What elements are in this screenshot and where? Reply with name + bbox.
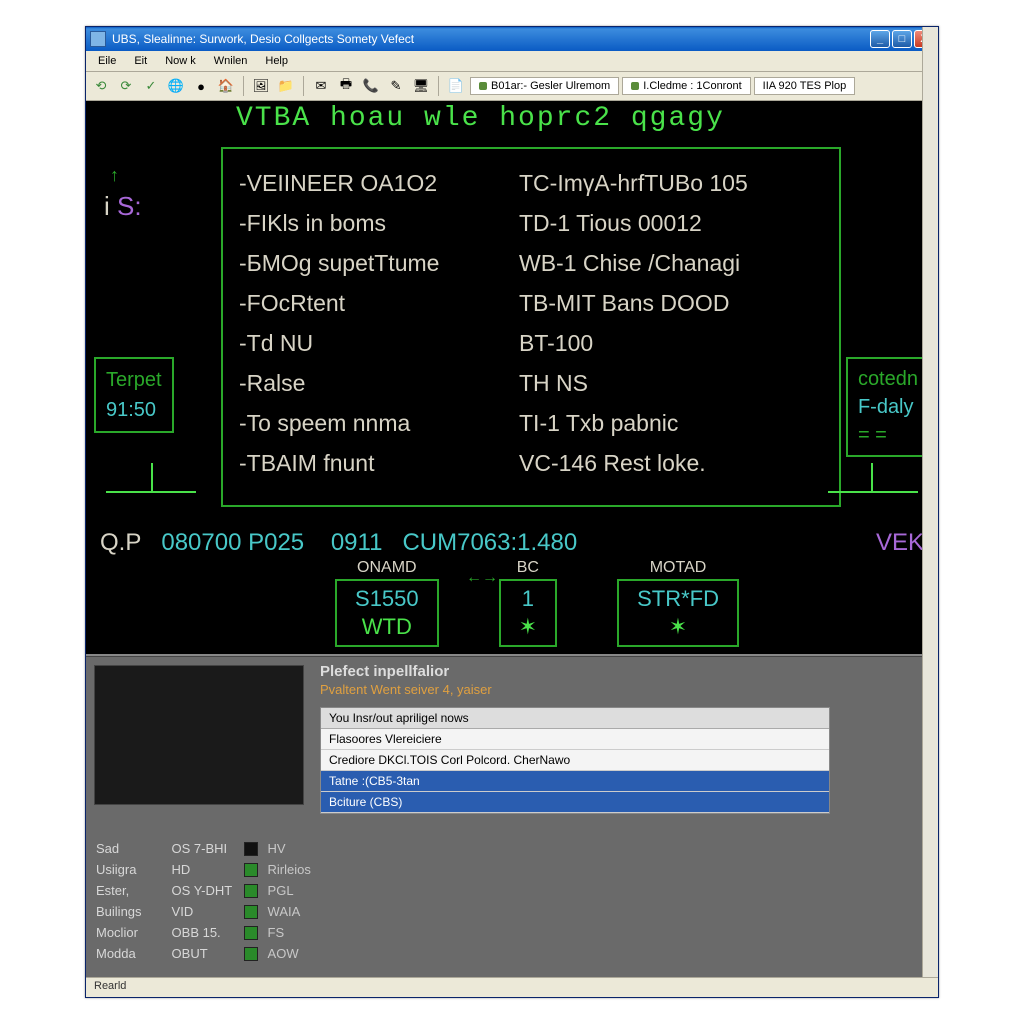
menu-wnilen[interactable]: Wnilen <box>206 53 256 69</box>
menu-row: -To speem nnmaTI-1 Txb pabnic <box>239 403 823 443</box>
status-row: OBUTAOW <box>172 946 311 961</box>
terminal-prompt: i S: <box>104 191 142 222</box>
minimize-button[interactable]: _ <box>870 30 890 48</box>
terminal-right-box: cotedn F-daly = = <box>846 357 930 457</box>
status-row: OBB 15.FS <box>172 925 311 940</box>
scrollbar[interactable] <box>922 27 938 977</box>
connector-line <box>828 491 918 521</box>
terminal-menu-box: -VEIINEER OA1O2TC-ImγA-hrfTUBo 105 -FIKl… <box>221 147 841 507</box>
titlebar[interactable]: UBS, Slealinne: Surwork, Desio Collgects… <box>86 27 938 51</box>
app-window: UBS, Slealinne: Surwork, Desio Collgects… <box>85 26 939 998</box>
menu-row: -БMOg supetTtumeWB-1 Chise /Chanagi <box>239 243 823 283</box>
menu-row: -FOcRtentTB-MIT Bans DOOD <box>239 283 823 323</box>
menu-help[interactable]: Help <box>257 53 296 69</box>
card-label: MOTAD <box>650 559 707 577</box>
label: Usiigra <box>96 862 142 877</box>
menu-row: -VEIINEER OA1O2TC-ImγA-hrfTUBo 105 <box>239 163 823 203</box>
status-row: HDRirleios <box>172 862 311 877</box>
status-row: VIDWAIA <box>172 904 311 919</box>
picture-icon[interactable]: 🖼 <box>250 75 272 97</box>
info-subtitle: Pvaltent Went seiver 4, yaiser <box>320 682 930 697</box>
card-motad[interactable]: STR*FD ✶ <box>617 579 739 647</box>
terminal-cards: ONAMD S1550 WTD BC 1 ✶ MOTAD <box>216 559 858 647</box>
listbox-header: You Insr/out apriligel nows <box>321 708 829 729</box>
label: Sad <box>96 841 142 856</box>
label: Ester, <box>96 883 142 898</box>
refresh-icon[interactable]: ✓ <box>140 75 162 97</box>
info-title: Plefect inpellfalior <box>320 663 930 680</box>
folder-icon[interactable]: 📁 <box>275 75 297 97</box>
statusbar: Rearld <box>86 977 938 997</box>
nav-back-icon[interactable]: ⟲ <box>90 75 112 97</box>
indicator-icon <box>244 905 258 919</box>
mail-icon[interactable]: ✉ <box>310 75 332 97</box>
globe-icon[interactable]: 🌐 <box>165 75 187 97</box>
menu-row: -FIKls in bomsTD-1 Tious 00012 <box>239 203 823 243</box>
menubar: Eile Eit Now k Wnilen Help <box>86 51 938 72</box>
print-icon[interactable]: 🖶 <box>335 75 357 97</box>
status-column: OS 7-BHIHV HDRirleios OS Y-DHTPGL VIDWAI… <box>172 841 311 973</box>
preview-thumbnail[interactable] <box>94 665 304 805</box>
tab-1[interactable]: B01ar:- Gesler Ulremom <box>470 77 619 95</box>
label: Modda <box>96 946 142 961</box>
card-bc[interactable]: 1 ✶ <box>499 579 557 647</box>
nav-fwd-icon[interactable]: ⟳ <box>115 75 137 97</box>
indicator-icon <box>244 947 258 961</box>
indicator-icon <box>244 842 258 856</box>
list-item[interactable]: Flasoores Vlereiciere <box>321 729 829 750</box>
labels-column: Sad Usiigra Ester, Builings Moclior Modd… <box>96 841 142 973</box>
list-item[interactable]: Tatne :(CB5-3tan <box>321 771 829 792</box>
label: Moclior <box>96 925 142 940</box>
card-label: ONAMD <box>357 559 417 577</box>
bottom-panel: Plefect inpellfalior Pvaltent Went seive… <box>86 656 938 977</box>
bc-arrow-icon: ←→ <box>466 569 498 587</box>
info-listbox[interactable]: You Insr/out apriligel nows Flasoores Vl… <box>320 707 830 814</box>
label: Builings <box>96 904 142 919</box>
status-row: OS 7-BHIHV <box>172 841 311 856</box>
tab-3[interactable]: IIA 920 TES Plop <box>754 77 856 95</box>
home-icon[interactable]: 🏠 <box>215 75 237 97</box>
list-item[interactable]: Crediore DKCl.TOIS Corl Polcord. CherNaw… <box>321 750 829 771</box>
menu-row: -RalseTH NS <box>239 363 823 403</box>
menu-nowk[interactable]: Now k <box>157 53 204 69</box>
connector-line <box>106 491 196 521</box>
indicator-icon <box>244 884 258 898</box>
terminal-pane[interactable]: VTBA hoau wle hoprc2 qgagy ↑ i S: -VEIIN… <box>86 101 938 656</box>
menu-row: -TBAIM fnuntVC-146 Rest loke. <box>239 443 823 483</box>
disc-icon[interactable]: ● <box>190 75 212 97</box>
app-icon <box>90 31 106 47</box>
maximize-button[interactable]: □ <box>892 30 912 48</box>
menu-edit[interactable]: Eit <box>126 53 155 69</box>
phone-icon[interactable]: 📞 <box>360 75 382 97</box>
window-title: UBS, Slealinne: Surwork, Desio Collgects… <box>112 32 870 46</box>
tab-2[interactable]: I.Cledme : 1Conront <box>622 77 750 95</box>
terminal-header: VTBA hoau wle hoprc2 qgagy <box>236 103 725 134</box>
menu-file[interactable]: Eile <box>90 53 124 69</box>
terminal-left-box: Terpet 91:50 <box>94 357 174 433</box>
terminal-status-row: Q.P 080700 P025 0911 CUM7063:1.480 VEK <box>100 529 924 557</box>
status-row: OS Y-DHTPGL <box>172 883 311 898</box>
card-label: BC <box>517 559 539 577</box>
monitor-icon[interactable]: 🖥 <box>410 75 432 97</box>
doc-icon[interactable]: 📄 <box>445 75 467 97</box>
menu-row: -Td NUBT-100 <box>239 323 823 363</box>
indicator-icon <box>244 863 258 877</box>
list-item[interactable]: Bciture (CBS) <box>321 792 829 813</box>
card-onamd[interactable]: S1550 WTD <box>335 579 439 647</box>
toolbar: ⟲ ⟳ ✓ 🌐 ● 🏠 🖼 📁 ✉ 🖶 📞 ✎ 🖥 📄 B01ar:- Gesl… <box>86 72 938 101</box>
edit-icon[interactable]: ✎ <box>385 75 407 97</box>
up-arrow-icon: ↑ <box>110 165 119 186</box>
indicator-icon <box>244 926 258 940</box>
